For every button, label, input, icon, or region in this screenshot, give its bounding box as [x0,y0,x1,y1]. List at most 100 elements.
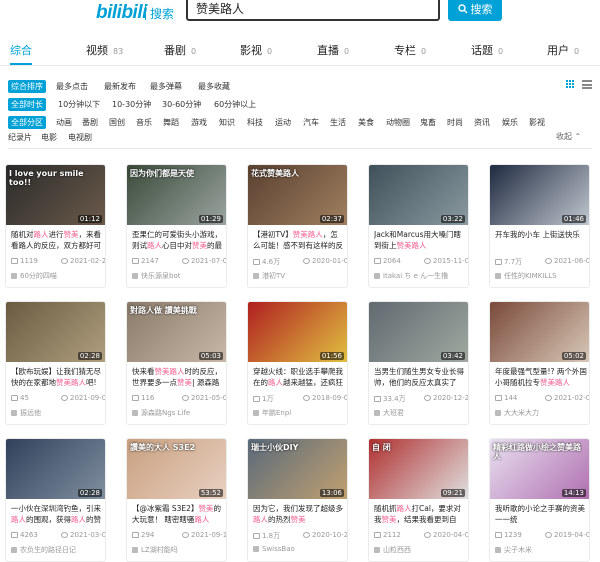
video-card[interactable]: 02:28 【欧布玩娱】让我们猜无尽快的在家都地赞美路人吧! 45 2021-09-0… [5,301,106,425]
uploader[interactable]: 源森路Ngs Life [132,408,226,418]
uploader[interactable]: 大大米大力 [495,408,589,418]
duration-option-under10[interactable]: 10分钟以下 [58,99,100,110]
uploader[interactable]: LZ湖村能吗 [132,545,226,555]
zone-selected[interactable]: 全部分区 [8,116,46,129]
tab-topic[interactable]: 话题 0 [471,42,503,58]
sort-selected[interactable]: 综合排序 [8,80,46,93]
video-title[interactable]: 随机对路人进行赞美，来看看路人的反应，双方都好可 [11,229,103,251]
uploader[interactable]: itakai ち e ん一生撸 [374,271,468,281]
grid-view-icon[interactable] [566,80,575,89]
list-view-icon[interactable] [582,80,592,89]
video-thumbnail[interactable]: 精彩红路做小绘之赞美路人 14:13 [490,439,589,499]
video-title[interactable]: 开车我的小车 上街送快乐 [495,229,587,251]
zone-option[interactable]: 娱乐 [502,117,518,128]
zone-option[interactable]: 动物圈 [386,117,410,128]
video-title[interactable]: 随机抓路人打Cal，要求对我赞美，结果我看更到自闭！ [374,503,466,525]
video-thumbnail[interactable]: 03:22 [369,165,468,225]
zone-option[interactable]: 科技 [247,117,263,128]
video-card[interactable]: 03:22 Jack和Marcus用大嗓门瞎到街上赞美路人 2064 2015-11-… [368,164,469,288]
zone-option[interactable]: 动画 [56,117,72,128]
zone-option[interactable]: 运动 [275,117,291,128]
tab-live[interactable]: 直播 0 [317,42,349,58]
zone-option[interactable]: 时尚 [447,117,463,128]
video-title[interactable]: 一小伙在深圳湾钓鱼，引来路人的围观，获得路人的赞 [11,503,103,525]
video-thumbnail[interactable]: 02:28 [6,302,105,362]
video-thumbnail[interactable]: 03:42 [369,302,468,362]
video-thumbnail[interactable]: 01:56 [248,302,347,362]
video-card[interactable]: 讚美的大人 S3E2 53:52 【@冰紫霜 S3E2】赞美的大玩意！ 瞎密瞎骚路人… [126,438,227,562]
video-card[interactable]: 03:42 当男生们随生男女专业长得帅，他们的反应太真实了 33.4万 2020-12… [368,301,469,425]
sort-option-danmaku[interactable]: 最多弹幕 [150,81,182,92]
video-card[interactable]: 瑞士小伙DIY 13:06 因为它，我们发现了超级多路人的热烈赞美 1.8万 2020-… [247,438,348,562]
uploader[interactable]: 尖子木米 [495,545,589,555]
video-card[interactable]: 精彩红路做小绘之赞美路人 14:13 我听歌的小论之手赛的资美一一统 1239 2019… [489,438,590,562]
video-card[interactable]: 花式赞美路人 02:37 【港初TV】赞美路人，怎么可能！感不到有这样的反转 4.6万… [247,164,348,288]
video-title[interactable]: 穿越火线：职业选手攀爬我在的路人越来越猛，还疯狂 [253,366,345,388]
zone-option[interactable]: 游戏 [191,117,207,128]
uploader[interactable]: SwissBao [253,545,347,555]
duration-option-over60[interactable]: 60分钟以上 [214,99,256,110]
bilibili-logo[interactable]: bilibili [96,2,147,24]
uploader[interactable]: 振远他 [11,408,105,418]
video-thumbnail[interactable]: 05:02 [490,302,589,362]
video-thumbnail[interactable]: 對路人做 讚美挑戰 05:03 [127,302,226,362]
zone-option[interactable]: 知识 [219,117,235,128]
tab-film[interactable]: 影视 0 [240,42,272,58]
video-title[interactable]: 快来看赞美路人时的反应，世界要多一点赞美| 源森路 [132,366,224,388]
uploader[interactable]: 农负生的路径日记 [11,545,105,555]
video-thumbnail[interactable]: 讚美的大人 S3E2 53:52 [127,439,226,499]
uploader[interactable]: 任性的KIMKILLS [495,271,589,281]
collapse-filters-button[interactable]: 收起 ⌃ [556,131,581,142]
sort-option-favorites[interactable]: 最多收藏 [198,81,230,92]
video-title[interactable]: 因为它，我们发现了超级多路人的热烈赞美 [253,503,345,525]
sort-option-clicks[interactable]: 最多点击 [56,81,88,92]
zone-option[interactable]: 纪录片 [8,132,32,143]
video-thumbnail[interactable]: 自 闭 09:21 [369,439,468,499]
video-thumbnail[interactable]: I love your smile too!! 01:12 [6,165,105,225]
uploader[interactable]: 大班君 [374,408,468,418]
video-thumbnail[interactable]: 花式赞美路人 02:37 [248,165,347,225]
zone-option[interactable]: 汽车 [303,117,319,128]
zone-option[interactable]: 音乐 [136,117,152,128]
uploader[interactable]: 山粒西西 [374,545,468,555]
video-title[interactable]: 歪果仁的可爱街头小游戏，则试路人心目中对赞美的最好回答 [132,229,224,251]
tab-user[interactable]: 用户 0 [547,42,579,58]
zone-option[interactable]: 国创 [109,117,125,128]
video-card[interactable]: 01:46 开车我的小车 上街送快乐 7.7万 2021-06-03 任性的KIMKIL… [489,164,590,288]
duration-option-10-30[interactable]: 10-30分钟 [112,99,151,110]
search-button[interactable]: 搜索 [448,0,502,21]
video-title[interactable]: 年度最强气型量!? 两个外国小哥随机拉专赞美路人 [495,366,587,388]
video-title[interactable]: 【欧布玩娱】让我们猜无尽快的在家都地赞美路人吧! [11,366,103,388]
video-card[interactable]: 05:02 年度最强气型量!? 两个外国小哥随机拉专赞美路人 144 2021-02-… [489,301,590,425]
video-title[interactable]: 【@冰紫霜 S3E2】赞美的大玩意！ 瞎密瞎骚路人 [132,503,224,525]
duration-option-30-60[interactable]: 30-60分钟 [162,99,201,110]
video-card[interactable]: 對路人做 讚美挑戰 05:03 快来看赞美路人时的反应，世界要多一点赞美| 源森路 1… [126,301,227,425]
video-title[interactable]: 【港初TV】赞美路人，怎么可能！感不到有这样的反转 [253,229,345,251]
zone-option[interactable]: 美食 [358,117,374,128]
video-card[interactable]: 因为你们都是天使 01:29 歪果仁的可爱街头小游戏，则试路人心目中对赞美的最好回答… [126,164,227,288]
tab-all[interactable]: 综合 [10,42,32,58]
uploader[interactable]: 港初TV [253,271,347,281]
zone-option[interactable]: 电视剧 [68,132,92,143]
zone-option[interactable]: 番剧 [82,117,98,128]
tab-video[interactable]: 视频 83 [86,42,123,58]
zone-option[interactable]: 资讯 [474,117,490,128]
uploader[interactable]: 快乐源泉bot [132,271,226,281]
video-title[interactable]: Jack和Marcus用大嗓门瞎到街上赞美路人 [374,229,466,251]
zone-option[interactable]: 生活 [330,117,346,128]
video-card[interactable]: I love your smile too!! 01:12 随机对路人进行赞美，来看… [5,164,106,288]
video-thumbnail[interactable]: 01:46 [490,165,589,225]
zone-option[interactable]: 舞蹈 [163,117,179,128]
video-card[interactable]: 01:56 穿越火线：职业选手攀爬我在的路人越来越猛，还疯狂 1万 2018-09-0… [247,301,348,425]
video-thumbnail[interactable]: 因为你们都是天使 01:29 [127,165,226,225]
video-thumbnail[interactable]: 瑞士小伙DIY 13:06 [248,439,347,499]
sort-option-newest[interactable]: 最新发布 [104,81,136,92]
video-card[interactable]: 02:28 一小伙在深圳湾钓鱼，引来路人的围观，获得路人的赞 4263 2021-03… [5,438,106,562]
search-input[interactable] [186,0,440,21]
zone-option[interactable]: 电影 [41,132,57,143]
duration-selected[interactable]: 全部时长 [8,98,46,111]
uploader[interactable]: 60分的四喵 [11,271,105,281]
zone-option[interactable]: 鬼畜 [420,117,436,128]
tab-bangumi[interactable]: 番剧 0 [164,42,196,58]
tab-article[interactable]: 专栏 0 [394,42,426,58]
